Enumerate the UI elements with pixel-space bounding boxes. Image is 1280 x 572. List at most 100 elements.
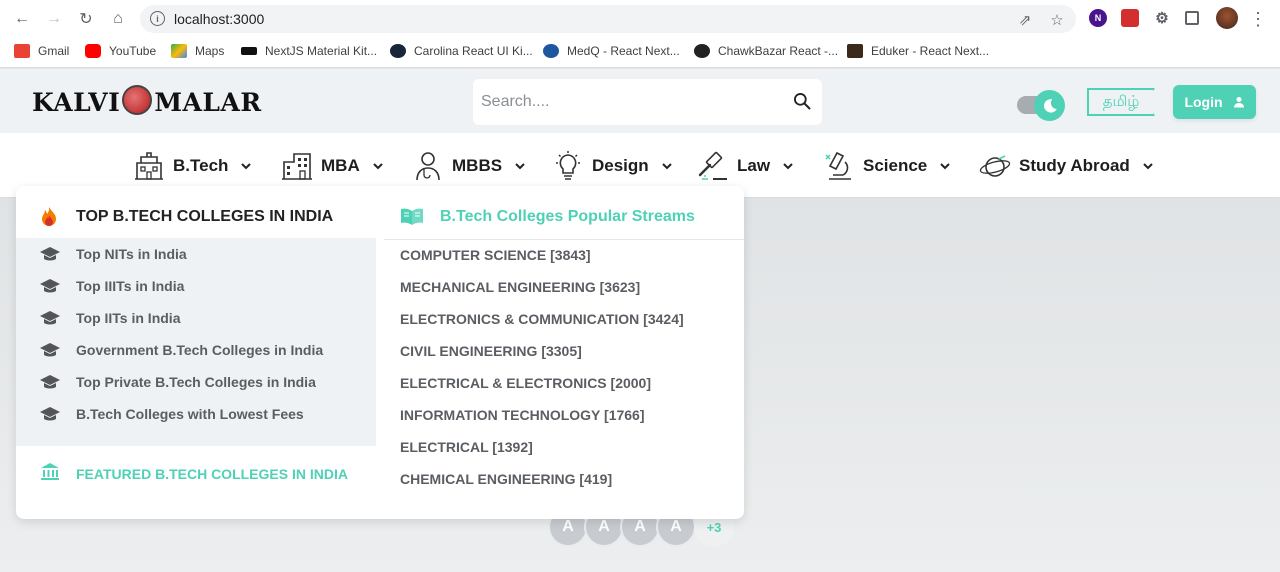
bookmark-label: YouTube bbox=[109, 44, 157, 58]
home-icon[interactable]: ⌂ bbox=[108, 9, 128, 29]
list-item-label: Top Private B.Tech Colleges in India bbox=[76, 374, 316, 390]
bookmark-eduker[interactable]: Eduker - React Next... bbox=[847, 44, 989, 58]
share-icon[interactable]: ⇗ bbox=[1016, 11, 1034, 29]
profile-avatar[interactable] bbox=[1216, 7, 1238, 29]
lightbulb-icon bbox=[556, 151, 580, 180]
chevron-down-icon bbox=[783, 163, 793, 170]
list-item-label: B.Tech Colleges with Lowest Fees bbox=[76, 406, 304, 422]
list-item[interactable]: Top IITs in India bbox=[16, 302, 376, 334]
reload-icon[interactable]: ↻ bbox=[76, 9, 96, 29]
search-icon[interactable] bbox=[792, 91, 812, 111]
nextjs-kit-icon bbox=[241, 47, 257, 55]
list-item-label: Government B.Tech Colleges in India bbox=[76, 342, 324, 358]
stream-link[interactable]: ELECTRONICS & COMMUNICATION [3424] bbox=[400, 311, 684, 343]
microscope-icon bbox=[825, 151, 851, 180]
nav-item-science[interactable]: Science bbox=[823, 149, 951, 183]
nav-label: Law bbox=[737, 156, 771, 175]
back-icon[interactable]: ← bbox=[12, 9, 32, 29]
stream-link[interactable]: ELECTRICAL & ELECTRONICS [2000] bbox=[400, 375, 651, 407]
bookmark-label: Eduker - React Next... bbox=[871, 44, 990, 58]
popular-streams-header: B.Tech Colleges Popular Streams bbox=[384, 186, 744, 240]
bookmark-carolina-react[interactable]: Carolina React UI Ki... bbox=[390, 44, 533, 58]
chevron-down-icon bbox=[241, 163, 252, 170]
login-button[interactable]: Login bbox=[1173, 85, 1256, 119]
stream-link[interactable]: ELECTRICAL [1392] bbox=[400, 439, 533, 471]
list-item[interactable]: Top Private B.Tech Colleges in India bbox=[16, 366, 376, 398]
top-colleges-title: TOP B.TECH COLLEGES IN INDIA bbox=[76, 208, 334, 225]
bookmark-label: ChawkBazar React -... bbox=[718, 44, 839, 58]
nav-label: Study Abroad bbox=[1019, 156, 1130, 175]
top-colleges-list: Top NITs in India Top IIITs in India Top… bbox=[16, 238, 376, 446]
nav-label: B.Tech bbox=[173, 156, 229, 175]
open-book-icon bbox=[401, 208, 423, 225]
react-icon bbox=[390, 44, 406, 58]
extension-red-icon[interactable] bbox=[1121, 9, 1139, 27]
stream-link[interactable]: CHEMICAL ENGINEERING [419] bbox=[400, 471, 612, 503]
chevron-down-icon bbox=[515, 163, 525, 170]
stream-link[interactable]: MECHANICAL ENGINEERING [3623] bbox=[400, 279, 640, 311]
bookmark-maps[interactable]: Maps bbox=[171, 44, 224, 58]
bookmark-youtube[interactable]: YouTube bbox=[85, 44, 156, 58]
bookmark-label: MedQ - React Next... bbox=[567, 44, 680, 58]
search-input[interactable] bbox=[481, 89, 771, 115]
list-item[interactable]: B.Tech Colleges with Lowest Fees bbox=[16, 398, 376, 430]
bookmark-label: Gmail bbox=[38, 44, 70, 58]
list-item[interactable]: Government B.Tech Colleges in India bbox=[16, 334, 376, 366]
toggle-knob bbox=[1034, 90, 1065, 121]
login-label: Login bbox=[1184, 94, 1223, 110]
chawkbazar-icon bbox=[694, 44, 710, 58]
bookmark-star-icon[interactable]: ☆ bbox=[1048, 11, 1066, 29]
globe-book-icon bbox=[122, 85, 153, 115]
extension-n-icon[interactable]: N bbox=[1089, 9, 1107, 27]
bookmark-label: NextJS Material Kit... bbox=[265, 44, 378, 58]
url-text[interactable]: localhost:3000 bbox=[174, 11, 264, 27]
youtube-icon bbox=[85, 44, 101, 58]
maps-icon bbox=[171, 44, 187, 58]
featured-colleges-link[interactable]: FEATURED B.TECH COLLEGES IN INDIA bbox=[16, 460, 376, 488]
extensions-puzzle-icon[interactable]: ⚙ bbox=[1153, 9, 1171, 27]
forward-icon[interactable]: → bbox=[44, 9, 64, 29]
top-colleges-column: TOP B.TECH COLLEGES IN INDIA Top NITs in… bbox=[16, 186, 376, 519]
chrome-menu-icon[interactable]: ⋮ bbox=[1248, 9, 1268, 29]
theme-toggle[interactable] bbox=[1017, 90, 1065, 121]
nav-item-mba[interactable]: MBA bbox=[281, 149, 384, 183]
nav-item-btech[interactable]: B.Tech bbox=[133, 149, 252, 183]
institution-icon bbox=[41, 463, 59, 480]
nav-item-mbbs[interactable]: MBBS bbox=[412, 149, 526, 183]
site-logo[interactable]: KALVI MALAR bbox=[32, 85, 262, 117]
address-bar[interactable]: i localhost:3000 ⇗ ☆ bbox=[140, 5, 1076, 33]
bookmark-label: Carolina React UI Ki... bbox=[414, 44, 533, 58]
site-info-icon[interactable]: i bbox=[150, 11, 165, 26]
graduation-cap-icon bbox=[40, 311, 60, 325]
office-building-icon bbox=[282, 153, 312, 180]
popular-streams-column: B.Tech Colleges Popular Streams COMPUTER… bbox=[384, 186, 744, 519]
nav-item-study-abroad[interactable]: Study Abroad bbox=[979, 149, 1154, 183]
list-item[interactable]: Top IIITs in India bbox=[16, 270, 376, 302]
nav-item-design[interactable]: Design bbox=[552, 149, 673, 183]
chevron-down-icon bbox=[940, 163, 950, 170]
bookmark-nextjs-material-kit[interactable]: NextJS Material Kit... bbox=[241, 44, 377, 58]
logo-text-left: KALVI bbox=[32, 88, 121, 117]
stream-link[interactable]: INFORMATION TECHNOLOGY [1766] bbox=[400, 407, 645, 439]
logo-text-right: MALAR bbox=[154, 88, 262, 117]
fire-icon bbox=[42, 206, 56, 226]
list-item[interactable]: Top NITs in India bbox=[16, 238, 376, 270]
bookmarks-bar: Gmail YouTube Maps NextJS Material Kit..… bbox=[0, 38, 1280, 68]
bookmark-medq[interactable]: MedQ - React Next... bbox=[543, 44, 680, 58]
stream-link[interactable]: CIVIL ENGINEERING [3305] bbox=[400, 343, 582, 375]
graduation-cap-icon bbox=[40, 279, 60, 293]
gavel-icon bbox=[698, 151, 727, 180]
list-item-label: Top IIITs in India bbox=[76, 278, 185, 294]
nav-label: Design bbox=[592, 156, 649, 175]
graduation-cap-icon bbox=[40, 375, 60, 389]
stream-link[interactable]: COMPUTER SCIENCE [3843] bbox=[400, 247, 591, 279]
graduation-cap-icon bbox=[40, 343, 60, 357]
chevron-down-icon bbox=[661, 163, 672, 170]
bookmark-chawkbazar[interactable]: ChawkBazar React -... bbox=[694, 44, 838, 58]
language-button[interactable]: தமிழ் bbox=[1087, 88, 1155, 116]
bookmark-gmail[interactable]: Gmail bbox=[14, 44, 69, 58]
chevron-down-icon bbox=[1143, 163, 1153, 170]
nav-item-law[interactable]: Law bbox=[697, 149, 794, 183]
side-panel-icon[interactable] bbox=[1185, 11, 1199, 25]
chevron-down-icon bbox=[373, 163, 383, 170]
